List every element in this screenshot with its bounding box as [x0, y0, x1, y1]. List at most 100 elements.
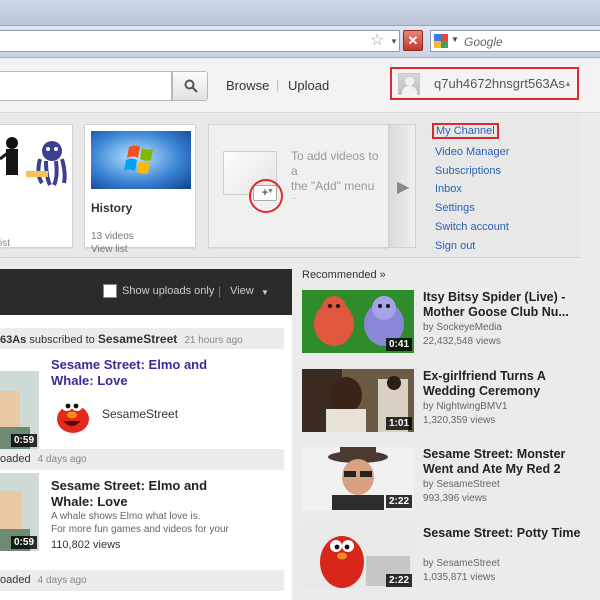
feed-item-bar: 63As subscribed to SesameStreet 21 hours… [0, 328, 284, 349]
feed-item-header: 63As subscribed to SesameStreet 21 hours… [0, 332, 243, 346]
history-view-list[interactable]: View list [91, 244, 128, 255]
history-title[interactable]: History [91, 201, 132, 215]
menu-switch-account[interactable]: Switch account [435, 221, 509, 233]
account-button[interactable]: q7uh4672hnsgrt563As ▲ [390, 67, 579, 100]
menu-inbox[interactable]: Inbox [435, 183, 462, 195]
browser-search-field[interactable]: ▼ Google [430, 30, 600, 52]
nav-separator: | [276, 77, 280, 92]
search-input[interactable] [0, 71, 172, 101]
recommended-item[interactable]: 2:22 Sesame Street: Monster Went and Ate… [302, 447, 592, 517]
video-duration: 0:59 [10, 434, 37, 447]
avatar-icon-body [402, 86, 417, 95]
playlist-view-list[interactable]: ist [0, 238, 10, 249]
feed-time: 4 days ago [37, 575, 87, 586]
chevron-down-icon[interactable]: ▼ [261, 288, 269, 297]
history-video-count: 13 videos [91, 231, 134, 242]
feed-item-bar: oaded 4 days ago [0, 570, 284, 591]
recommended-channel[interactable]: by SesameStreet [423, 479, 500, 490]
site-header: Browse | Upload q7uh4672hnsgrt563As ▲ [0, 59, 600, 113]
history-card[interactable]: History 13 videos View list [84, 124, 196, 255]
windows-logo [124, 145, 153, 174]
channel-label[interactable]: SesameStreet [102, 407, 178, 421]
feed-separator: | [218, 284, 222, 298]
feed-action: oaded [0, 574, 31, 586]
recommended-channel[interactable]: by NightwingBMV1 [423, 401, 507, 412]
menu-my-channel[interactable]: My Channel [432, 123, 499, 139]
username: q7uh4672hnsgrt563As [434, 76, 565, 91]
recommended-item[interactable]: 2:22 Sesame Street: Potty Time by Sesame… [302, 526, 592, 596]
menu-subscriptions[interactable]: Subscriptions [435, 165, 501, 177]
chevron-down-icon[interactable]: ▼ [390, 37, 398, 46]
menu-sign-out[interactable]: Sign out [435, 240, 475, 252]
highlight-circle [249, 179, 283, 213]
recommended-title[interactable]: Sesame Street: Potty Time [423, 526, 583, 558]
feed-target[interactable]: SesameStreet [98, 332, 177, 346]
recommended-item[interactable]: 1:01 Ex-girlfriend Turns A Wedding Cerem… [302, 369, 592, 439]
guide-panel: ist History 13 videos View list + ▼ To a… [0, 114, 580, 258]
feed-item-header: oaded 4 days ago [0, 453, 87, 465]
feed-item-header: oaded 4 days ago [0, 574, 87, 586]
feed-user[interactable]: 63As [0, 334, 26, 346]
view-dropdown[interactable]: View [230, 285, 254, 297]
browser-titlebar [0, 0, 600, 26]
video-duration: 2:22 [385, 574, 412, 587]
address-bar[interactable]: ☆ ▼ [0, 30, 400, 52]
feed-video-views: 110,802 views [51, 539, 121, 551]
uploads-only-checkbox[interactable] [103, 284, 117, 298]
playlist-card[interactable]: ist [0, 124, 73, 249]
video-duration: 2:22 [385, 495, 412, 508]
feed-header: Show uploads only | View ▼ [0, 269, 292, 315]
video-duration: 0:41 [385, 338, 412, 351]
guide-next-button[interactable]: ▶ [388, 124, 416, 248]
recommended-thumbnail[interactable]: 2:22 [302, 447, 414, 510]
video-duration: 0:59 [10, 536, 37, 549]
nav-browse-link[interactable]: Browse [226, 78, 269, 93]
recommended-title[interactable]: Sesame Street: Monster Went and Ate My R… [423, 447, 583, 479]
recommended-views: 1,035,871 views [423, 572, 496, 583]
playlist-thumbnail [0, 131, 68, 191]
uploads-only-label[interactable]: Show uploads only [122, 285, 214, 297]
menu-settings[interactable]: Settings [435, 202, 475, 214]
feed-action: oaded [0, 453, 31, 465]
search-icon [184, 79, 198, 93]
activity-feed: 63As subscribed to SesameStreet 21 hours… [0, 315, 292, 600]
menu-video-manager[interactable]: Video Manager [435, 146, 509, 158]
add-videos-card: + ▼ To add videos to a the "Add" menu o … [208, 124, 388, 248]
feed-item-bar: oaded 4 days ago [0, 449, 284, 470]
elmo-image [51, 393, 95, 433]
recommended-channel[interactable]: by SockeyeMedia [423, 322, 502, 333]
feed-action: subscribed to [29, 334, 95, 346]
recommended-title[interactable]: Ex-girlfriend Turns A Wedding Ceremony [423, 369, 583, 401]
elmo-art [57, 399, 89, 433]
feed-video-desc: For more fun games and videos for your [51, 524, 229, 535]
video-duration: 1:01 [385, 417, 412, 430]
recommended-channel[interactable]: by SesameStreet [423, 558, 500, 569]
recommended-thumbnail[interactable]: 2:22 [302, 526, 414, 589]
chevron-up-icon: ▲ [564, 79, 572, 88]
recommended-title[interactable]: Itsy Bitsy Spider (Live) - Mother Goose … [423, 290, 583, 322]
feed-video-title[interactable]: Sesame Street: Elmo and Whale: Love [51, 478, 231, 510]
google-icon[interactable] [434, 34, 448, 48]
recommended-views: 1,320,359 views [423, 415, 496, 426]
browser-toolbar: ☆ ▼ ✕ ▼ Google [0, 26, 600, 58]
stop-button[interactable]: ✕ [403, 30, 423, 51]
history-thumbnail [91, 131, 191, 189]
search-button[interactable] [172, 71, 208, 101]
recommended-views: 993,396 views [423, 493, 487, 504]
star-icon[interactable]: ☆ [370, 33, 384, 49]
feed-time: 4 days ago [37, 454, 87, 465]
recommended-header[interactable]: Recommended » [302, 269, 386, 281]
playlist-thumb-art [0, 137, 67, 186]
add-videos-hint: To add videos to a the "Add" menu o any … [291, 149, 379, 199]
feed-video-thumbnail[interactable]: 0:59 [0, 473, 39, 551]
recommended-thumbnail[interactable]: 1:01 [302, 369, 414, 432]
feed-video-title[interactable]: Sesame Street: Elmo and Whale: Love [51, 357, 231, 389]
recommended-item[interactable]: 0:41 Itsy Bitsy Spider (Live) - Mother G… [302, 290, 592, 360]
avatar [398, 73, 420, 95]
avatar-icon [405, 77, 414, 86]
nav-upload-link[interactable]: Upload [288, 78, 329, 93]
feed-video-thumbnail[interactable]: 0:59 [0, 371, 39, 449]
recommended-thumbnail[interactable]: 0:41 [302, 290, 414, 353]
chevron-right-icon: ▶ [397, 179, 410, 196]
chevron-down-icon[interactable]: ▼ [451, 35, 459, 44]
